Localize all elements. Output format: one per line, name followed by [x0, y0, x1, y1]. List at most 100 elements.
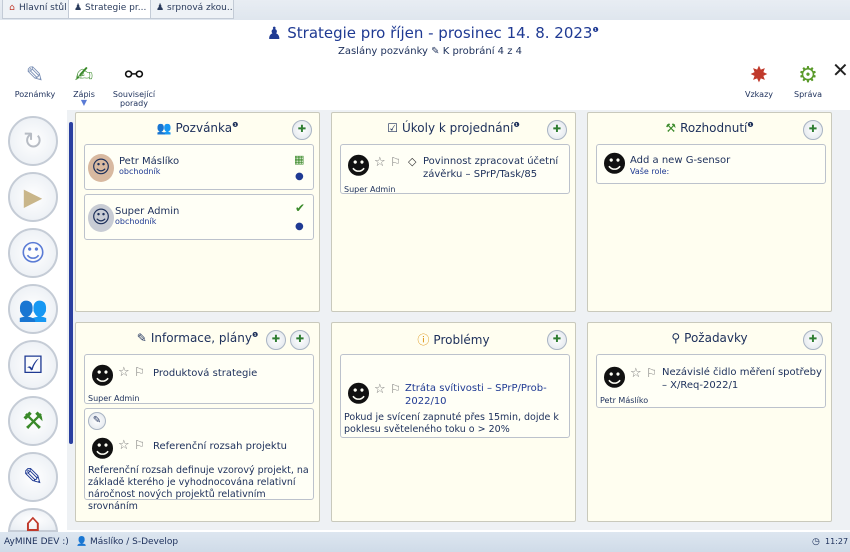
add-person-icon: ✚ [297, 124, 307, 135]
flag-icon[interactable]: ⚐ [134, 365, 145, 379]
info-icon[interactable]: ❶ [232, 121, 238, 129]
brain-icon: ☻ [602, 364, 628, 392]
brain-icon: ☻ [346, 152, 372, 180]
participant-card[interactable]: ☺ Super Admin obchodník ✔ ● [84, 194, 314, 240]
info-icon[interactable]: ❶ [747, 121, 753, 129]
check-icon: ✔ [295, 201, 306, 215]
clock-icon: ◷ [812, 537, 820, 547]
add-icon: ✚ [808, 334, 818, 345]
discussion-icon[interactable]: ☺ [8, 228, 58, 278]
gear-icon: ⚙ [798, 63, 818, 88]
info-card[interactable]: ☻ ☆ ⚐ Produktová strategie Super Admin [84, 354, 314, 404]
add-icon: ✚ [808, 124, 818, 135]
panel-title: ☑ Úkoly k projednání❶ [387, 121, 520, 135]
tab-august[interactable]: ♟ srpnová zkou... [150, 0, 234, 19]
add-task-button[interactable]: ✚ [547, 120, 567, 140]
panel-invitation: 👥 Pozvánka❶ ✚ ☺ Petr Máslíko obchodník ▦ … [75, 112, 320, 312]
page-title: ♟ Strategie pro říjen - prosinec 14. 8. 2… [250, 24, 610, 44]
task-card[interactable]: ☻ ☆ ⚐ ◇ Povinnost zpracovat účetní závěr… [340, 144, 570, 194]
messages-button[interactable]: ✸ Vzkazy [738, 62, 780, 99]
avatar: ☺ [88, 204, 114, 232]
checkbox-icon: ☑ [387, 121, 398, 135]
related-meetings-button[interactable]: ⚯ Související porady [108, 62, 160, 108]
add-problem-button[interactable]: ✚ [547, 330, 567, 350]
add-info-button[interactable]: ✚ [290, 330, 310, 350]
meeting-status: Zaslány pozvánky ✎ K probrání 4 z 4 [337, 46, 523, 57]
request-card[interactable]: ☻ ☆ ⚐ Nezávislé čidlo měření spotřeby – … [596, 354, 826, 408]
add-icon: ✚ [295, 334, 305, 345]
admin-button[interactable]: ⚙ Správa [788, 62, 828, 99]
clock-time: 11:27 [825, 537, 849, 546]
left-nav: ↻ ▶ ☺ 👥 ☑ ⚒ ✎ ⌂ [0, 110, 66, 540]
info-icon[interactable]: ❶ [514, 121, 520, 129]
add-participant-button[interactable]: ✚ [292, 120, 312, 140]
tab-home[interactable]: ⌂ Hlavní stůl [2, 0, 70, 19]
brain-icon: ☻ [90, 362, 116, 390]
brain-icon: ☻ [346, 380, 372, 408]
panel-information: ✎ Informace, plány❶ ✚ ✚ ☻ ☆ ⚐ Produktová … [75, 322, 320, 522]
panel-title: ⚲ Požadavky [671, 331, 748, 345]
calendar-icon[interactable]: ▦ [294, 153, 304, 166]
gavel-icon: ⚒ [665, 121, 677, 135]
flag-icon[interactable]: ⚐ [134, 438, 145, 452]
avatar: ☺ [88, 154, 114, 182]
person-status-icon: ● [295, 171, 304, 182]
flag-icon[interactable]: ⚐ [646, 366, 657, 380]
home-icon[interactable]: ⌂ [8, 508, 58, 536]
participants-icon[interactable]: 👥 [8, 284, 58, 334]
scroll-indicator[interactable] [69, 122, 73, 444]
location-pin-icon: ⚲ [671, 331, 681, 345]
paperclip-icon: ✎ [25, 63, 45, 88]
star-icon[interactable]: ☆ [630, 366, 642, 381]
add-request-button[interactable]: ✚ [803, 330, 823, 350]
participant-card[interactable]: ☺ Petr Máslíko obchodník ▦ ● [84, 144, 314, 190]
people-icon: 👥 [156, 121, 172, 135]
chevron-down-icon: ▼ [80, 98, 88, 107]
diamond-icon: ◇ [408, 155, 417, 168]
flag-icon[interactable]: ⚐ [390, 382, 401, 396]
meeting-icon: ♟ [266, 24, 282, 44]
app-name: AyMINE DEV :) [4, 537, 69, 547]
play-icon[interactable]: ▶ [8, 172, 58, 222]
person-status-icon: ● [295, 221, 304, 232]
panel-problems: ⓘ Problémy ✚ ☻ ☆ ⚐ Ztráta svítivosti – SP… [331, 322, 576, 522]
star-icon[interactable]: ☆ [374, 155, 386, 170]
problem-card[interactable]: ☻ ☆ ⚐ Ztráta svítivosti – SPrP/Prob-2022… [340, 354, 570, 438]
panel-title: 👥 Pozvánka❶ [156, 121, 239, 135]
info-icon[interactable]: ❶ [252, 331, 258, 339]
notes-button[interactable]: ✎ Poznámky [12, 62, 58, 99]
panel-requests: ⚲ Požadavky ✚ ☻ ☆ ⚐ Nezávislé čidlo měřen… [587, 322, 832, 522]
user-info[interactable]: Máslíko / S-Develop [90, 532, 178, 552]
gavel-icon[interactable]: ⚒ [8, 396, 58, 446]
user-icon: 👤 [76, 537, 88, 547]
panel-title: ⓘ Problémy [417, 333, 490, 347]
star-icon[interactable]: ☆ [374, 382, 386, 397]
warning-icon: ⓘ [417, 333, 430, 347]
related-meetings-icon: ⚯ [124, 63, 144, 88]
info-icon[interactable]: ❶ [592, 26, 598, 34]
tab-strategy[interactable]: ♟ Strategie pr... [68, 0, 154, 19]
status-bar: AyMINE DEV :) 👤 Máslíko / S-Develop ◷ 11… [0, 532, 850, 552]
tab-bar: ⌂ Hlavní stůl ♟ Strategie pr... ♟ srpnová z… [0, 0, 850, 20]
checkbox-icon[interactable]: ☑ [8, 340, 58, 390]
panel-tasks: ☑ Úkoly k projednání❶ ✚ ☻ ☆ ⚐ ◇ Povinnost… [331, 112, 576, 312]
star-icon[interactable]: ☆ [118, 438, 130, 453]
info-card[interactable]: ✎ ☻ ☆ ⚐ Referenční rozsah projektu Refer… [84, 408, 314, 512]
brain-icon: ☻ [602, 150, 628, 178]
edit-button[interactable]: ✎ [88, 412, 106, 430]
edit-icon[interactable]: ✎ [8, 452, 58, 502]
star-icon[interactable]: ☆ [118, 365, 130, 380]
refresh-icon[interactable]: ↻ [8, 116, 58, 166]
minutes-button[interactable]: ✍ Zápis ▼ [64, 62, 104, 107]
home-icon: ⌂ [9, 3, 15, 13]
add-icon: ✚ [552, 124, 562, 135]
panel-decision: ⚒ Rozhodnutí❶ ✚ ☻ Add a new G-sensor Vaše… [587, 112, 832, 312]
add-decision-button[interactable]: ✚ [803, 120, 823, 140]
edit-plan-icon: ✎ [136, 331, 147, 345]
decision-card[interactable]: ☻ Add a new G-sensor Vaše role: [596, 144, 826, 184]
add-icon: ✚ [552, 334, 562, 345]
add-plan-button[interactable]: ✚ [266, 330, 286, 350]
meeting-icon: ♟ [155, 3, 165, 13]
close-icon[interactable]: ✕ [832, 58, 849, 82]
flag-icon[interactable]: ⚐ [390, 155, 401, 169]
